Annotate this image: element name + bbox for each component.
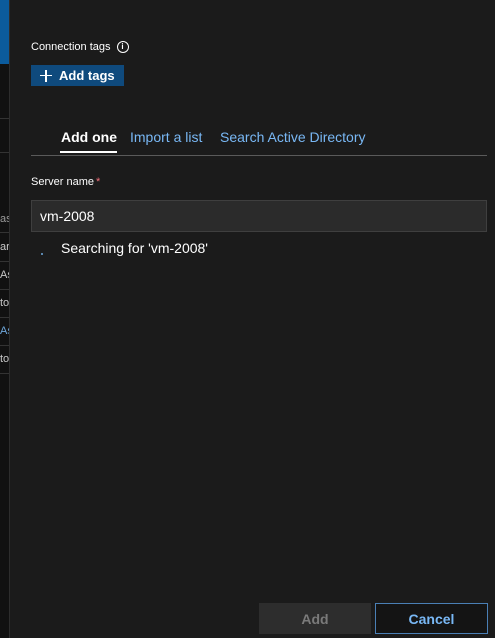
required-marker: * <box>95 176 101 188</box>
add-tags-label: Add tags <box>59 68 115 83</box>
background-divider <box>0 232 9 233</box>
background-accent-bar <box>0 0 9 64</box>
background-divider <box>0 118 9 119</box>
background-text-fragment: ar <box>0 241 9 253</box>
tab-import-a-list[interactable]: Import a list <box>130 129 202 145</box>
active-tab-indicator <box>60 151 117 153</box>
background-page-strip: as ar As to As to <box>0 0 10 638</box>
connection-tags-label: Connection tags <box>31 41 111 53</box>
background-text-fragment: as <box>0 213 9 225</box>
background-text-fragment: to <box>0 297 9 309</box>
background-text-fragment: As <box>0 269 9 281</box>
server-name-label-text: Server name <box>31 176 94 188</box>
add-servers-panel: Connection tags i Add tags Add one Impor… <box>10 0 495 638</box>
background-text-fragment: to <box>0 353 9 365</box>
add-method-tabs: Add one Import a list Search Active Dire… <box>31 127 487 156</box>
background-divider <box>0 345 9 346</box>
loading-spinner-icon <box>41 253 43 255</box>
tab-add-one[interactable]: Add one <box>61 129 117 145</box>
background-text-fragment: As <box>0 325 9 337</box>
plus-icon <box>40 69 52 82</box>
cancel-button[interactable]: Cancel <box>375 603 488 634</box>
server-name-label: Server name * <box>31 176 100 188</box>
add-button[interactable]: Add <box>259 603 371 634</box>
info-icon[interactable]: i <box>116 41 129 53</box>
background-divider <box>0 373 9 374</box>
background-divider <box>0 152 9 153</box>
background-divider <box>0 289 9 290</box>
background-divider <box>0 261 9 262</box>
search-status-text: Searching for 'vm-2008' <box>61 240 208 256</box>
server-name-input[interactable] <box>31 200 487 232</box>
tab-search-active-directory[interactable]: Search Active Directory <box>220 129 366 145</box>
connection-tags-header: Connection tags i <box>31 41 129 53</box>
add-tags-button[interactable]: Add tags <box>31 65 124 86</box>
background-divider <box>0 317 9 318</box>
